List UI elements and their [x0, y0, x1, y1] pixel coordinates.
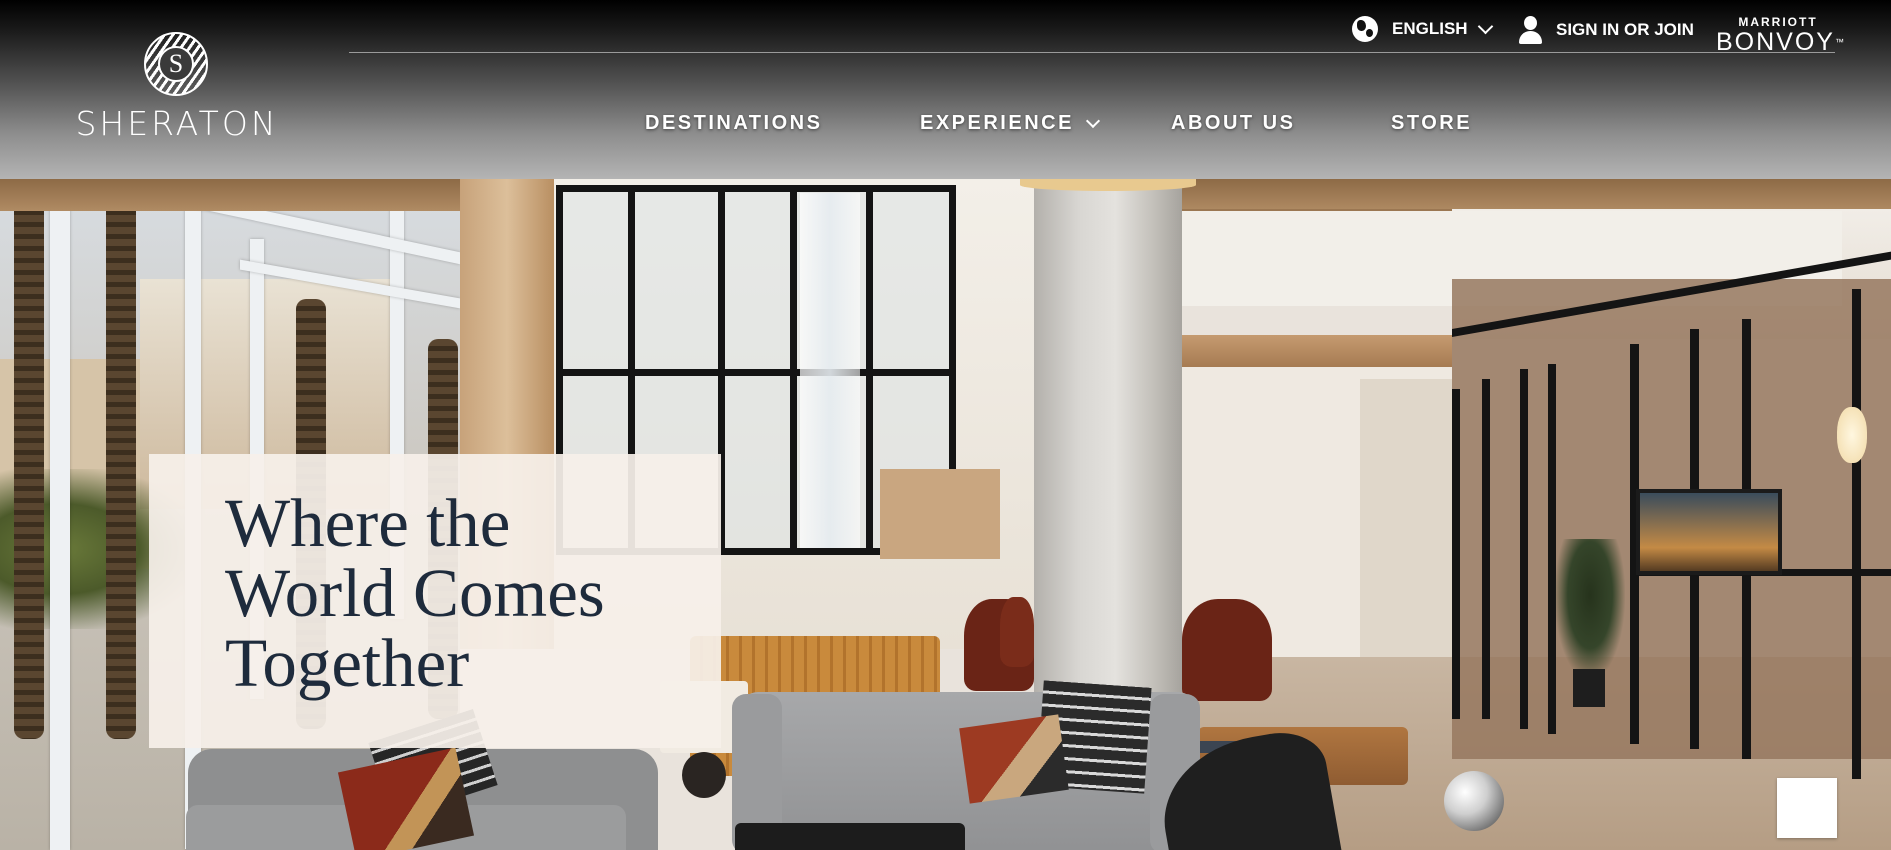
globe-icon: [1352, 16, 1378, 42]
room-frame: [1452, 389, 1460, 719]
plant-pot: [1573, 669, 1605, 707]
palm-tree: [106, 179, 136, 739]
landscape-artwork: [1636, 489, 1782, 575]
room-frame: [1852, 289, 1861, 779]
window-mullion: [50, 179, 70, 850]
frosted-glass: [800, 193, 860, 548]
nav-destinations-label: DESTINATIONS: [645, 112, 823, 134]
main-nav: DESTINATIONS EXPERIENCE ABOUT US STORE: [0, 112, 1891, 140]
table-lamp-base: [682, 752, 726, 798]
marriott-bonvoy-logo[interactable]: MARRIOTT BONVOY™: [1716, 15, 1844, 55]
wood-panel: [880, 469, 1000, 559]
ceiling-beam: [1182, 335, 1452, 367]
user-icon: [1518, 16, 1542, 44]
marriott-text: MARRIOTT: [1738, 15, 1818, 29]
logo-monogram: S: [158, 46, 194, 82]
nav-store-label: STORE: [1391, 112, 1473, 134]
nav-experience[interactable]: EXPERIENCE: [920, 112, 1101, 135]
coffee-table-tray: [735, 823, 965, 850]
trademark-mark: ™: [1834, 37, 1846, 47]
nav-about-us-label: ABOUT US: [1171, 112, 1296, 134]
potted-plant: [1555, 539, 1625, 679]
nav-destinations[interactable]: DESTINATIONS: [645, 112, 822, 135]
floating-action-button[interactable]: [1777, 778, 1837, 838]
sheraton-emblem-icon: S: [144, 32, 208, 96]
room-frame: [1520, 369, 1528, 729]
hero-headline: Where the World Comes Together: [225, 485, 605, 701]
nav-about-us[interactable]: ABOUT US: [1171, 112, 1295, 135]
site-header: S SHERATON ENGLISH SIGN IN OR JOIN MARRI…: [0, 0, 1891, 179]
hero-headline-card: Where the World Comes Together: [149, 454, 721, 748]
language-label: ENGLISH: [1392, 19, 1468, 38]
chevron-down-icon: [1085, 113, 1101, 128]
partition-frame: [556, 369, 956, 376]
nav-experience-label: EXPERIENCE: [920, 112, 1074, 134]
column-light: [1020, 179, 1196, 191]
language-selector[interactable]: ENGLISH: [1352, 16, 1493, 42]
pendant-light: [1837, 407, 1867, 463]
utility-divider: [349, 52, 1835, 53]
palm-tree: [14, 179, 44, 739]
nav-store[interactable]: STORE: [1391, 112, 1472, 135]
sign-in-label: SIGN IN OR JOIN: [1556, 20, 1694, 39]
corridor-wall: [1360, 379, 1452, 659]
chevron-down-icon: [1477, 18, 1493, 34]
sign-in-link[interactable]: SIGN IN OR JOIN: [1518, 16, 1694, 44]
throw-pillow: [959, 714, 1069, 804]
room-frame: [1482, 379, 1490, 719]
armchair: [1182, 599, 1272, 701]
glass-orb-decor: [1444, 771, 1504, 831]
armchair: [1000, 597, 1034, 667]
